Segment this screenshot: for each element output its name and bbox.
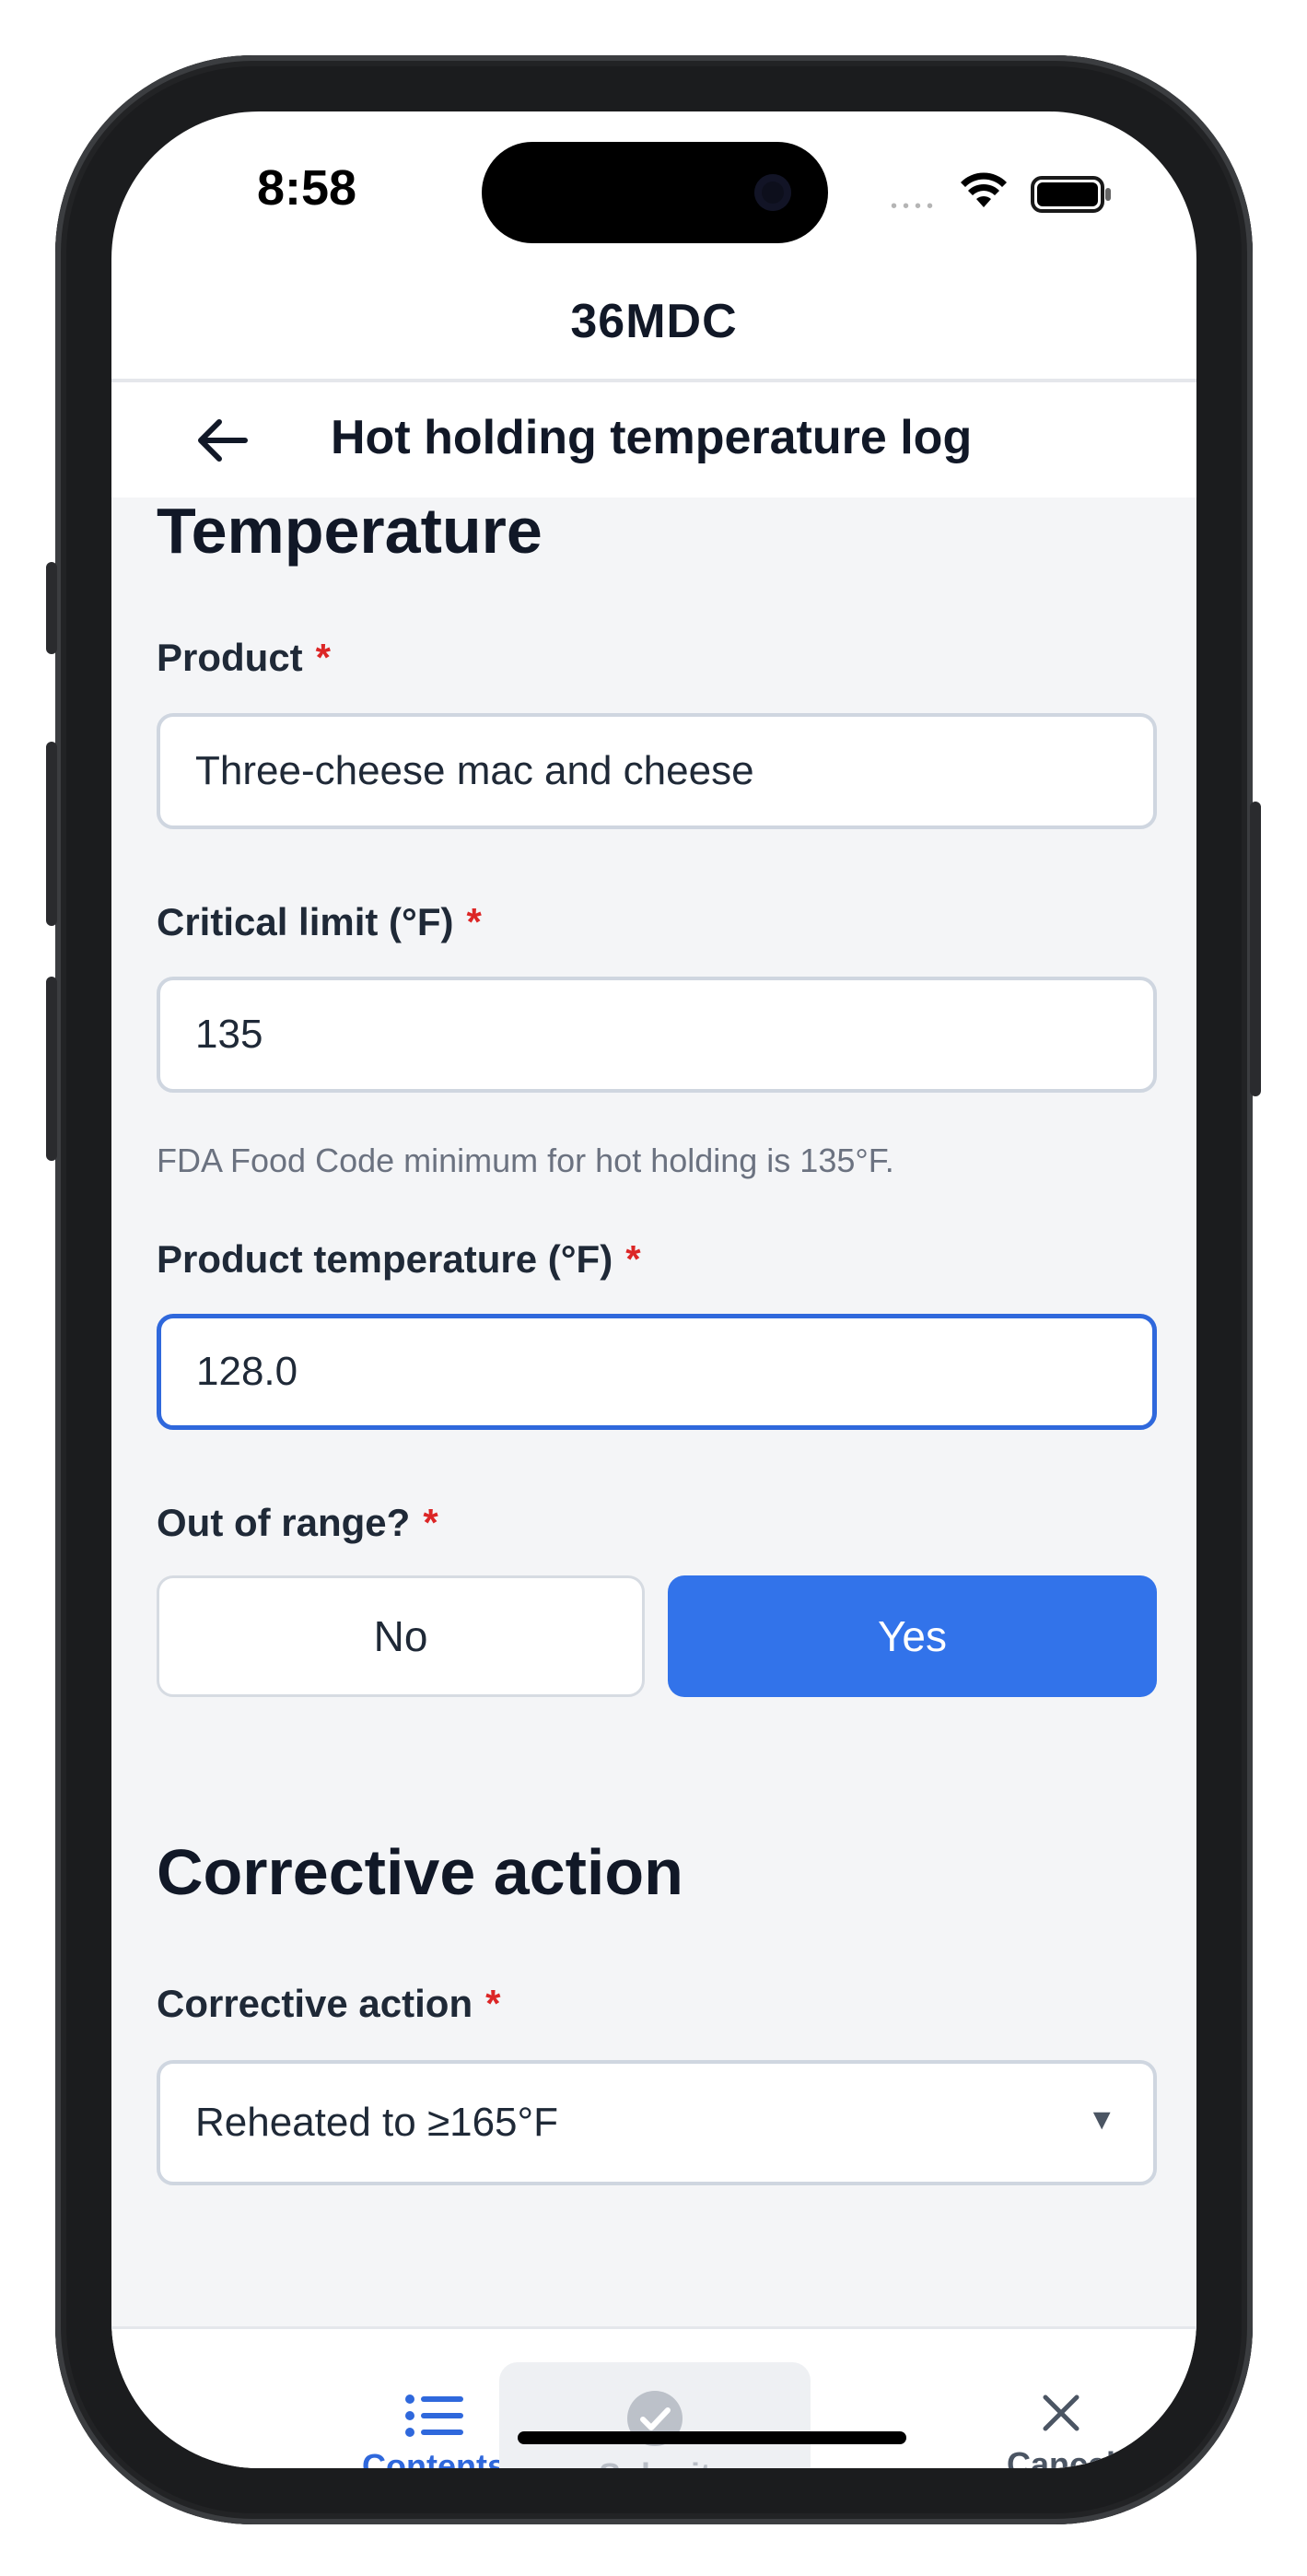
required-marker: * — [423, 1501, 438, 1544]
camera-icon — [754, 174, 791, 211]
required-marker: * — [466, 900, 482, 943]
product-temperature-label: Product temperature (°F) * — [157, 1237, 641, 1282]
critical-limit-value: 135 — [195, 1012, 263, 1057]
product-value: Three-cheese mac and cheese — [195, 748, 754, 793]
signal-dots-icon: •••• — [891, 196, 939, 217]
critical-limit-label-text: Critical limit (°F) — [157, 900, 454, 943]
product-input[interactable]: Three-cheese mac and cheese — [157, 713, 1157, 829]
out-of-range-label-text: Out of range? — [157, 1501, 411, 1544]
tab-submit[interactable]: Submit — [499, 2362, 811, 2468]
chevron-down-icon: ▼ — [1087, 2102, 1116, 2136]
required-marker: * — [315, 636, 332, 679]
arrow-left-icon — [198, 419, 248, 462]
corrective-action-label: Corrective action * — [157, 1982, 500, 2026]
volume-up-button — [46, 742, 57, 926]
home-indicator — [518, 2431, 906, 2444]
product-label-text: Product — [157, 636, 303, 679]
required-marker: * — [485, 1982, 501, 2025]
battery-icon — [1031, 176, 1111, 213]
close-icon — [1043, 2395, 1079, 2431]
volume-down-button — [46, 977, 57, 1161]
section-title-corrective-action: Corrective action — [157, 1836, 683, 1908]
page-title: Hot holding temperature log — [331, 411, 973, 464]
product-temperature-value: 128.0 — [196, 1349, 298, 1394]
status-bar: 8:58 •••• — [111, 111, 1196, 268]
tab-submit-label: Submit — [599, 2456, 711, 2468]
form-scroll-area[interactable]: Temperature Product * Three-cheese mac an… — [111, 498, 1196, 2326]
out-of-range-no-button[interactable]: No — [157, 1575, 645, 1697]
navigation-bar: Hot holding temperature log — [111, 382, 1196, 498]
corrective-action-value: Reheated to ≥165°F — [195, 2100, 559, 2145]
list-icon — [405, 2395, 463, 2437]
action-button — [46, 562, 57, 654]
corrective-action-select[interactable]: Reheated to ≥165°F ▼ — [157, 2060, 1157, 2185]
product-label: Product * — [157, 636, 331, 680]
bottom-tab-bar: Contents Submit Cancel — [111, 2326, 1196, 2468]
out-of-range-label: Out of range? * — [157, 1501, 438, 1545]
power-button — [1250, 802, 1261, 1096]
screen: 8:58 •••• 36MDC Hot holding temperature … — [111, 111, 1196, 2468]
corrective-action-label-text: Corrective action — [157, 1982, 473, 2025]
critical-limit-label: Critical limit (°F) * — [157, 900, 482, 944]
product-temperature-input[interactable]: 128.0 — [157, 1314, 1157, 1430]
section-title-temperature: Temperature — [157, 498, 543, 567]
product-temperature-label-text: Product temperature (°F) — [157, 1237, 613, 1281]
tab-contents-label: Contents — [362, 2447, 506, 2468]
tab-cancel-label: Cancel — [1006, 2445, 1116, 2468]
app-title: 36MDC — [570, 295, 738, 348]
back-button[interactable] — [190, 408, 254, 473]
required-marker: * — [625, 1237, 641, 1281]
tab-cancel[interactable]: Cancel — [955, 2329, 1167, 2468]
out-of-range-yes-button[interactable]: Yes — [668, 1575, 1157, 1697]
critical-limit-input[interactable]: 135 — [157, 977, 1157, 1093]
wifi-icon — [961, 172, 1007, 207]
status-time: 8:58 — [257, 160, 357, 216]
critical-limit-hint: FDA Food Code minimum for hot holding is… — [157, 1142, 894, 1179]
